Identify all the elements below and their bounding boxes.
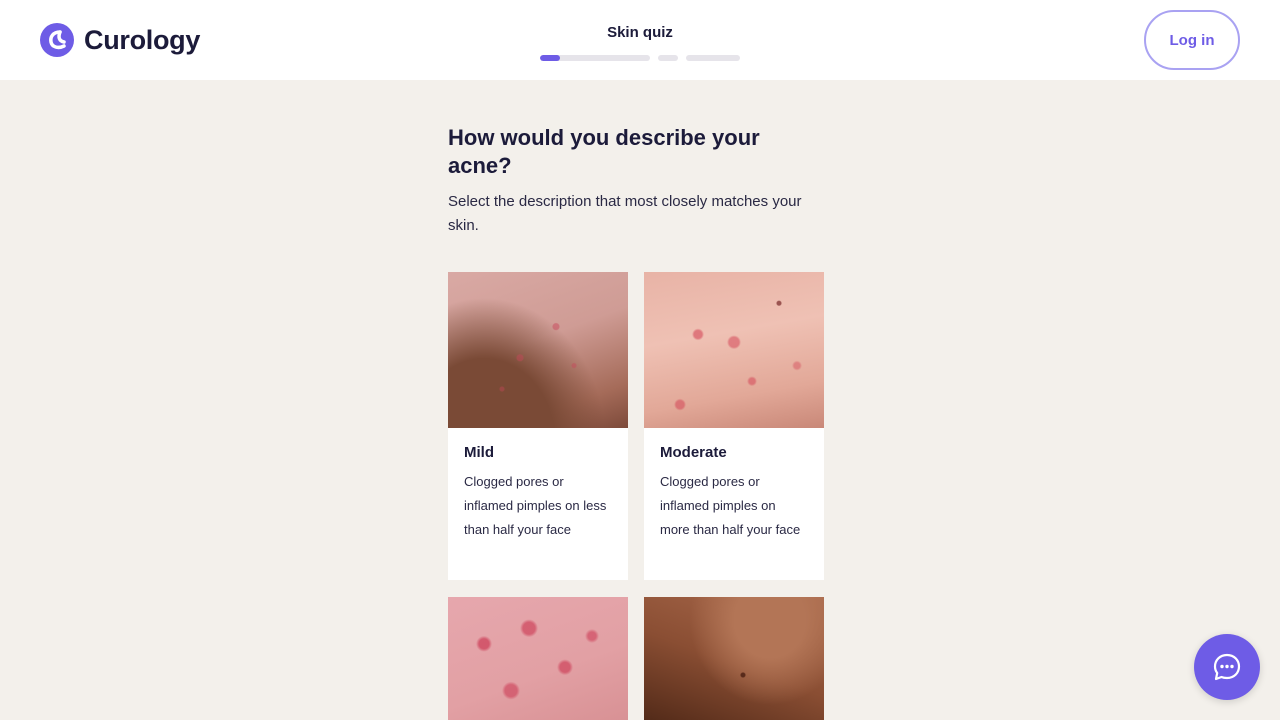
curology-logo[interactable]: Curology — [40, 22, 200, 58]
quiz-title: Skin quiz — [607, 24, 673, 41]
progress-segment-fill — [540, 55, 560, 61]
brand-name: Curology — [84, 24, 201, 55]
card-body: Moderate Clogged pores or inflamed pimpl… — [644, 428, 824, 542]
quiz-question: How would you describe your acne? Select… — [448, 124, 824, 238]
moderate-acne-photo — [644, 272, 824, 428]
card-body: Mild Clogged pores or inflamed pimples o… — [448, 428, 628, 542]
question-subtitle: Select the description that most closely… — [448, 193, 802, 234]
quiz-progress: Skin quiz — [540, 24, 740, 61]
mild-acne-photo — [448, 272, 628, 428]
progress-segment-3 — [686, 55, 740, 61]
option-card-moderate[interactable]: Moderate Clogged pores or inflamed pimpl… — [644, 272, 824, 580]
severe-acne-photo — [448, 597, 628, 720]
login-button[interactable]: Log in — [1144, 10, 1240, 70]
progress-segment-1 — [540, 55, 650, 61]
option-description: Clogged pores or inflamed pimples on les… — [464, 474, 607, 537]
progress-segment-2 — [658, 55, 678, 61]
option-card-4[interactable] — [644, 597, 824, 720]
progress-bar — [540, 55, 740, 61]
option-title: Moderate — [660, 444, 727, 461]
curology-logo-icon — [40, 23, 74, 57]
top-header: Curology Skin quiz Log in — [0, 0, 1280, 80]
chat-button[interactable] — [1194, 634, 1260, 700]
option-card-3[interactable] — [448, 597, 628, 720]
option-title: Mild — [464, 444, 494, 461]
option-description: Clogged pores or inflamed pimples on mor… — [660, 474, 801, 537]
skin-photo — [644, 597, 824, 720]
question-title: How would you describe your acne? — [448, 125, 760, 178]
chat-bubble-icon — [1213, 653, 1241, 681]
option-card-mild[interactable]: Mild Clogged pores or inflamed pimples o… — [448, 272, 628, 580]
